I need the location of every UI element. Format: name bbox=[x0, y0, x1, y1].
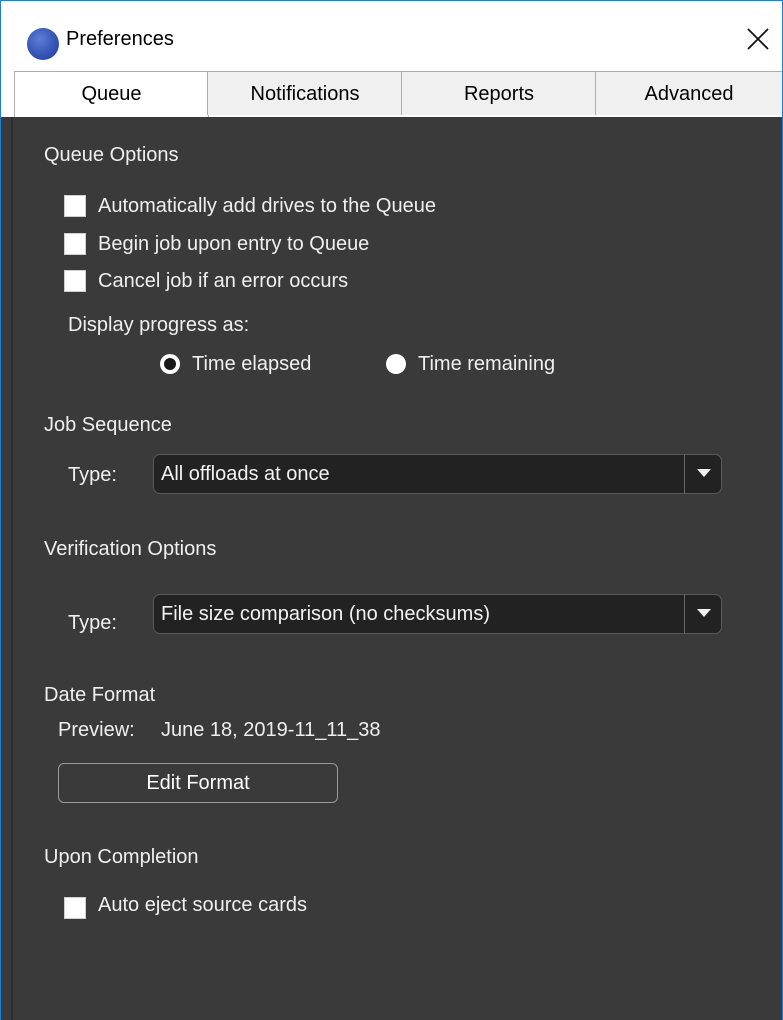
job-sequence-type-label: Type: bbox=[68, 464, 117, 486]
app-icon bbox=[27, 28, 59, 60]
job-sequence-heading: Job Sequence bbox=[44, 414, 172, 436]
verification-type-label: Type: bbox=[68, 612, 117, 634]
tab-advanced[interactable]: Advanced bbox=[595, 71, 782, 115]
cancel-on-error-label: Cancel job if an error occurs bbox=[98, 270, 349, 292]
time-remaining-label: Time remaining bbox=[418, 353, 556, 375]
select-divider bbox=[684, 595, 685, 633]
auto-add-drives-checkbox[interactable] bbox=[64, 195, 86, 217]
job-sequence-type-select[interactable]: All offloads at once bbox=[153, 454, 722, 494]
tab-bar: Queue Notifications Reports Advanced bbox=[1, 71, 782, 117]
auto-eject-checkbox[interactable] bbox=[64, 897, 86, 919]
tab-reports[interactable]: Reports bbox=[401, 71, 597, 115]
upon-completion-heading: Upon Completion bbox=[44, 846, 199, 868]
title-bar: Preferences bbox=[1, 1, 782, 71]
begin-job-label: Begin job upon entry to Queue bbox=[98, 233, 370, 255]
close-icon bbox=[747, 28, 769, 50]
begin-job-checkbox[interactable] bbox=[64, 233, 86, 255]
job-sequence-type-value: All offloads at once bbox=[161, 463, 330, 485]
auto-add-drives-label: Automatically add drives to the Queue bbox=[98, 195, 436, 217]
time-elapsed-radio[interactable] bbox=[160, 354, 180, 374]
verification-options-heading: Verification Options bbox=[44, 538, 217, 560]
date-format-heading: Date Format bbox=[44, 684, 156, 706]
close-button[interactable] bbox=[739, 21, 779, 57]
preferences-window: Preferences Queue Notifications Reports … bbox=[0, 0, 783, 1020]
chevron-down-icon bbox=[697, 609, 711, 617]
chevron-down-icon bbox=[697, 469, 711, 477]
date-preview-value: June 18, 2019-11_11_38 bbox=[161, 719, 381, 741]
verification-type-select[interactable]: File size comparison (no checksums) bbox=[153, 594, 722, 634]
display-progress-label: Display progress as: bbox=[68, 314, 250, 336]
time-elapsed-label: Time elapsed bbox=[192, 353, 312, 375]
time-remaining-radio[interactable] bbox=[386, 354, 406, 374]
cancel-on-error-checkbox[interactable] bbox=[64, 270, 86, 292]
edit-format-button[interactable]: Edit Format bbox=[58, 763, 338, 803]
queue-options-heading: Queue Options bbox=[44, 144, 179, 166]
tab-notifications[interactable]: Notifications bbox=[207, 71, 403, 115]
queue-panel: Queue Options Automatically add drives t… bbox=[11, 117, 782, 1020]
verification-type-value: File size comparison (no checksums) bbox=[161, 603, 490, 625]
auto-eject-label: Auto eject source cards bbox=[98, 894, 307, 916]
date-preview-label: Preview: bbox=[58, 719, 135, 741]
window-title: Preferences bbox=[66, 28, 174, 50]
tab-queue[interactable]: Queue bbox=[14, 71, 209, 117]
select-divider bbox=[684, 455, 685, 493]
